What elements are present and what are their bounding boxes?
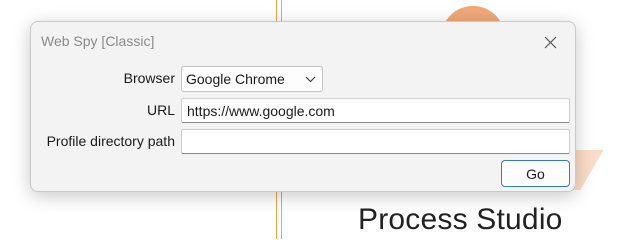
profile-directory-input[interactable]: [181, 129, 570, 154]
profile-row: Profile directory path: [31, 129, 575, 155]
dialog-title: Web Spy [Classic]: [41, 33, 155, 49]
dialog-titlebar: Web Spy [Classic]: [31, 22, 575, 60]
close-button[interactable]: [533, 27, 567, 57]
chevron-down-icon: [305, 76, 316, 83]
background-product-name: Process Studio: [358, 203, 563, 236]
close-icon: [544, 36, 556, 48]
browser-selected-value: Google Chrome: [186, 71, 285, 87]
go-button[interactable]: Go: [501, 160, 570, 187]
url-input[interactable]: [181, 98, 570, 123]
url-label: URL: [146, 102, 175, 118]
web-spy-dialog: Web Spy [Classic] Browser Google Chrome …: [30, 21, 576, 192]
browser-row: Browser Google Chrome: [31, 66, 575, 92]
browser-select[interactable]: Google Chrome: [181, 66, 323, 92]
browser-label: Browser: [123, 70, 175, 86]
url-row: URL: [31, 98, 575, 124]
profile-directory-label: Profile directory path: [46, 133, 175, 149]
